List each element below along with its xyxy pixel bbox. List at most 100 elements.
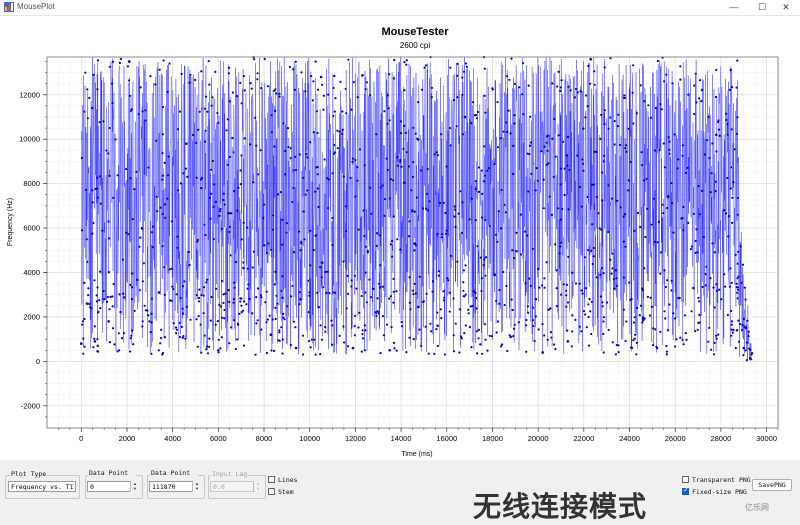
data-point [363, 164, 366, 167]
data-point [593, 150, 596, 153]
data-point [590, 300, 594, 303]
fixed-size-png-checkbox[interactable] [682, 486, 689, 495]
data-point [223, 317, 226, 320]
data-point [677, 158, 680, 161]
data-point [419, 169, 423, 172]
data-point [683, 314, 687, 317]
data-point [116, 350, 119, 353]
data-point [208, 83, 211, 86]
transparent-png-checkbox[interactable] [682, 476, 689, 483]
data-point [131, 272, 134, 275]
data-point [500, 345, 503, 348]
data-point [725, 118, 728, 122]
data-point [543, 277, 546, 280]
data-point [408, 336, 411, 339]
data-point [559, 245, 562, 248]
input-lag-spinner[interactable]: ▲ ▼ [253, 481, 262, 492]
data-point [157, 349, 160, 352]
data-point [593, 83, 596, 86]
data-point [158, 68, 161, 71]
data-point [666, 206, 669, 210]
data-point [663, 269, 666, 272]
data-point [474, 219, 477, 222]
data-point [592, 255, 595, 258]
data-point [623, 94, 626, 97]
data-point [281, 218, 284, 221]
data-point [163, 293, 166, 296]
data-point [354, 314, 357, 317]
data-point [300, 71, 303, 74]
data-point [247, 283, 250, 286]
data-point [334, 97, 337, 100]
data-point [314, 353, 317, 356]
data-point [119, 57, 123, 61]
chart-svg[interactable]: MouseTester 2600 cpi 0 2000 4000 6000 8000 10… [0, 16, 800, 460]
chart-title: MouseTester [381, 26, 449, 38]
data-point [93, 325, 96, 328]
data-point [578, 325, 581, 328]
data-point [356, 96, 359, 99]
data-point [458, 351, 461, 354]
data-point [202, 294, 205, 297]
data-point [698, 300, 701, 303]
data-point [646, 295, 650, 298]
data-point [574, 318, 577, 321]
data-point [692, 286, 695, 290]
data-point [512, 172, 515, 176]
data-point [180, 325, 183, 328]
data-point [670, 182, 673, 185]
stem-checkbox[interactable] [268, 488, 275, 495]
data-point [369, 296, 372, 299]
data-point [421, 207, 425, 210]
save-png-button[interactable]: SavePNG [752, 479, 792, 491]
data-point [227, 212, 230, 215]
data-point [493, 162, 496, 166]
data-point [535, 167, 538, 170]
data-point [738, 322, 742, 326]
chevron-down-icon[interactable]: ⌵ [69, 481, 74, 489]
data-point [374, 311, 378, 314]
data-point [240, 154, 243, 157]
chart-subtitle: 2600 cpi [400, 41, 430, 50]
data-point [176, 128, 180, 131]
data-point [569, 89, 572, 92]
data-point [106, 300, 109, 303]
data-point [389, 243, 392, 246]
data-point-end-spinner[interactable]: ▲ ▼ [192, 481, 201, 492]
data-point [141, 325, 144, 328]
data-point [668, 303, 671, 306]
data-point [615, 343, 618, 347]
data-point [211, 96, 214, 99]
data-point [614, 353, 618, 356]
data-point [574, 87, 578, 91]
data-point [666, 279, 669, 282]
data-point [546, 338, 549, 341]
data-point [588, 298, 591, 301]
close-button[interactable]: ✕ [772, 0, 800, 15]
data-point [342, 260, 345, 263]
data-point [513, 114, 516, 117]
data-point [314, 60, 317, 63]
data-point [558, 252, 561, 255]
data-point [444, 211, 447, 215]
data-point [300, 240, 303, 243]
data-point [704, 284, 707, 287]
data-point [345, 307, 348, 310]
data-point [227, 66, 231, 69]
data-point [607, 230, 610, 234]
data-point-start-spinner[interactable]: ▲ ▼ [130, 481, 139, 492]
data-point [578, 185, 582, 189]
data-point [602, 316, 606, 319]
minimize-button[interactable]: — [720, 0, 748, 15]
data-point [200, 187, 203, 190]
lines-checkbox[interactable] [268, 476, 275, 483]
plot-type-select[interactable]: Frequency vs. Ti [8, 481, 76, 492]
data-point [195, 176, 198, 179]
data-point [202, 286, 206, 289]
data-point [462, 269, 465, 272]
data-point [730, 128, 733, 131]
data-point [736, 297, 739, 300]
data-point [319, 75, 323, 79]
data-point [240, 102, 243, 105]
plot-area[interactable]: MouseTester 2600 cpi 0 2000 4000 6000 8000 10… [0, 16, 800, 460]
